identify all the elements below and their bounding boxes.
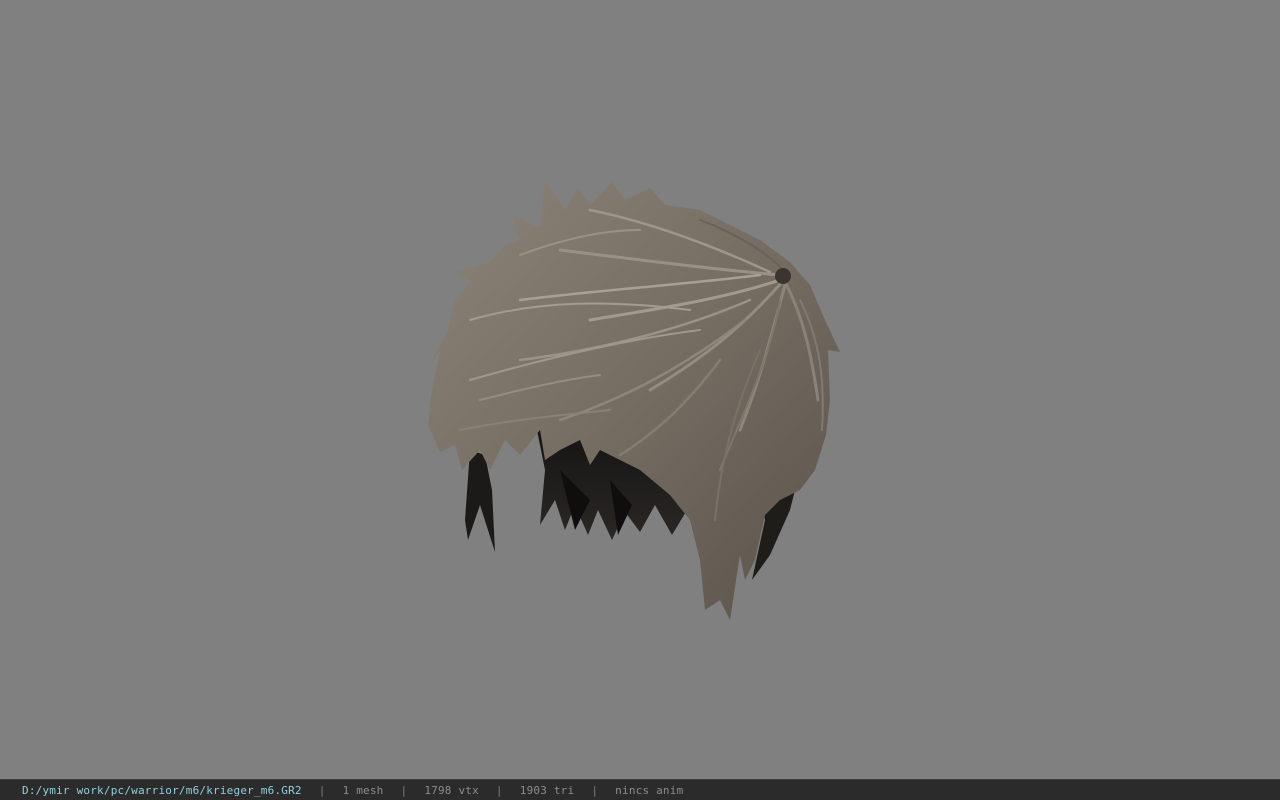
status-separator: | — [400, 783, 408, 797]
triangle-count-label: 1903 tri — [519, 783, 575, 797]
animation-status-label: nincs anim — [615, 783, 684, 797]
3d-viewport[interactable] — [0, 0, 1280, 779]
hair-model-render[interactable] — [0, 0, 1280, 779]
hair-volume — [428, 180, 840, 620]
file-path-label: D:/ymir work/pc/warrior/m6/krieger_m6.GR… — [22, 783, 302, 797]
vertex-count-label: 1798 vtx — [424, 783, 479, 797]
status-separator: | — [591, 783, 599, 797]
status-bar: D:/ymir work/pc/warrior/m6/krieger_m6.GR… — [0, 779, 1280, 800]
status-separator: | — [318, 783, 326, 797]
status-separator: | — [495, 783, 503, 797]
mesh-count-label: 1 mesh — [342, 783, 384, 797]
hair-crown — [775, 268, 791, 284]
